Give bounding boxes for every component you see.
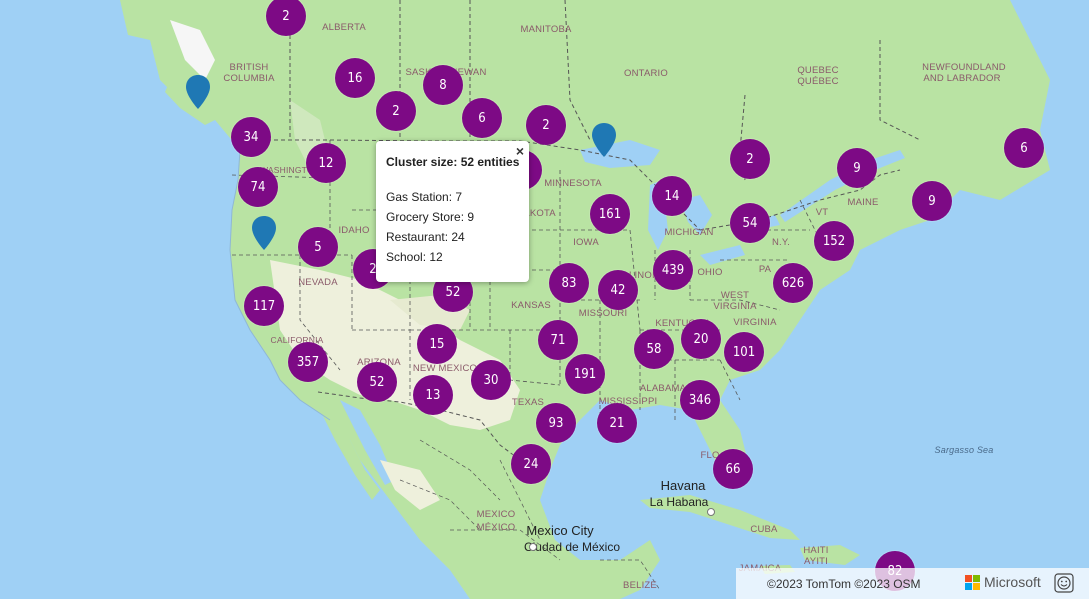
label-missouri: MISSOURI — [578, 308, 628, 319]
label-haiti: HAITI — [803, 545, 829, 556]
label-ayiti: AYITI — [803, 556, 829, 567]
cluster-bubble[interactable]: 71 — [538, 320, 578, 360]
popup-row-grocery-store: Grocery Store: 9 — [386, 210, 475, 224]
popup-title: Cluster size: 52 entities — [386, 155, 520, 169]
cluster-bubble[interactable]: 12 — [306, 143, 346, 183]
label-iowa: IOWA — [573, 237, 599, 248]
cluster-bubble[interactable]: 24 — [511, 444, 551, 484]
cluster-bubble[interactable]: 191 — [565, 354, 605, 394]
cluster-bubble[interactable]: 30 — [471, 360, 511, 400]
label-pa: PA — [758, 264, 772, 275]
smiley-feedback-icon[interactable] — [1054, 573, 1074, 593]
cluster-bubble[interactable]: 2 — [730, 139, 770, 179]
cluster-bubble[interactable]: 74 — [238, 167, 278, 207]
cluster-bubble[interactable]: 8 — [423, 65, 463, 105]
cluster-bubble[interactable]: 54 — [730, 203, 770, 243]
cluster-bubble[interactable]: 2 — [526, 105, 566, 145]
label-mexico: MEXICO — [476, 509, 516, 520]
label-columbia: COLUMBIA — [223, 73, 275, 84]
popup-row-school: School: 12 — [386, 250, 443, 264]
label-texas: TEXAS — [511, 397, 545, 408]
cluster-bubble[interactable]: 16 — [335, 58, 375, 98]
cluster-bubble[interactable]: 101 — [724, 332, 764, 372]
cluster-bubble[interactable]: 626 — [773, 263, 813, 303]
label-idaho: IDAHO — [338, 225, 370, 236]
cluster-bubble[interactable]: 93 — [536, 403, 576, 443]
cluster-bubble[interactable]: 5 — [298, 227, 338, 267]
microsoft-brand-text: Microsoft — [984, 574, 1041, 590]
cluster-bubble[interactable]: 66 — [713, 449, 753, 489]
city-havana: Havana — [660, 478, 706, 493]
popup-row-restaurant: Restaurant: 24 — [386, 230, 465, 244]
cluster-bubble[interactable]: 13 — [413, 375, 453, 415]
cluster-bubble[interactable]: 346 — [680, 380, 720, 420]
cluster-bubble[interactable]: 14 — [652, 176, 692, 216]
cluster-bubble[interactable]: 20 — [681, 319, 721, 359]
city-dot-mexico-city — [529, 543, 537, 551]
cluster-bubble[interactable]: 83 — [549, 263, 589, 303]
attribution-bar: ©2023 TomTom ©2023 OSM Microsoft — [736, 568, 1089, 599]
cluster-bubble[interactable]: 161 — [590, 194, 630, 234]
cluster-bubble[interactable]: 357 — [288, 342, 328, 382]
label-cuba: CUBA — [750, 524, 778, 535]
label-minnesota: MINNESOTA — [544, 178, 602, 189]
cluster-bubble[interactable]: 117 — [244, 286, 284, 326]
popup-row-gas-station: Gas Station: 7 — [386, 190, 463, 204]
cluster-bubble[interactable]: 15 — [417, 324, 457, 364]
label-sargasso-sea: Sargasso Sea — [934, 445, 994, 455]
map-view[interactable]: ALBERTA MANITOBA BRITISH COLUMBIA SASKAT… — [0, 0, 1089, 599]
label-ohio: OHIO — [697, 267, 723, 278]
cluster-bubble[interactable]: 34 — [231, 117, 271, 157]
label-british: BRITISH — [229, 62, 269, 73]
label-quebec: QUEBEC — [797, 65, 839, 76]
cluster-bubble[interactable]: 439 — [653, 250, 693, 290]
label-mexico-es: MÉXICO — [476, 522, 516, 533]
label-michigan: MICHIGAN — [664, 227, 714, 238]
label-manitoba: MANITOBA — [520, 24, 572, 35]
copyright-text: ©2023 TomTom ©2023 OSM — [767, 577, 921, 591]
city-mexico-city: Mexico City — [526, 523, 594, 538]
map-pin-icon[interactable] — [186, 75, 210, 109]
label-maine: MAINE — [847, 197, 879, 208]
cluster-bubble[interactable]: 21 — [597, 403, 637, 443]
label-nevada: NEVADA — [298, 277, 338, 288]
cluster-bubble[interactable]: 9 — [837, 148, 877, 188]
city-ciudad-de-mexico: Ciudad de México — [523, 540, 621, 554]
label-ny: N.Y. — [771, 237, 791, 248]
cluster-bubble[interactable]: 58 — [634, 329, 674, 369]
label-alabama: ALABAMA — [639, 383, 687, 394]
city-la-habana: La Habana — [649, 495, 709, 509]
label-virginia: VIRGINIA — [733, 317, 777, 328]
city-dot-havana — [707, 508, 715, 516]
cluster-bubble[interactable]: 9 — [912, 181, 952, 221]
label-newfoundland: NEWFOUNDLAND — [922, 62, 1006, 73]
map-pin-icon[interactable] — [252, 216, 276, 250]
cluster-bubble[interactable]: 152 — [814, 221, 854, 261]
cluster-bubble[interactable]: 2 — [376, 91, 416, 131]
label-belize: BELIZE — [623, 580, 657, 591]
label-new-mexico: NEW MEXICO — [412, 363, 478, 374]
close-icon[interactable]: × — [516, 143, 524, 159]
cluster-bubble[interactable]: 6 — [1004, 128, 1044, 168]
label-vt: VT — [815, 207, 829, 218]
cluster-popup: × Cluster size: 52 entities Gas Station:… — [376, 141, 529, 282]
label-west: WEST — [720, 290, 750, 301]
label-labrador: AND LABRADOR — [923, 73, 1001, 84]
label-quebec-fr: QUÉBEC — [797, 76, 839, 87]
label-kansas: KANSAS — [511, 300, 551, 311]
label-ontario: ONTARIO — [624, 68, 668, 79]
map-pin-icon[interactable] — [592, 123, 616, 157]
cluster-bubble[interactable]: 52 — [357, 362, 397, 402]
cluster-bubble[interactable]: 42 — [598, 270, 638, 310]
microsoft-logo-icon — [965, 575, 980, 590]
label-west-virginia: VIRGINIA — [713, 301, 757, 312]
cluster-bubble[interactable]: 6 — [462, 98, 502, 138]
label-alberta: ALBERTA — [322, 22, 366, 33]
